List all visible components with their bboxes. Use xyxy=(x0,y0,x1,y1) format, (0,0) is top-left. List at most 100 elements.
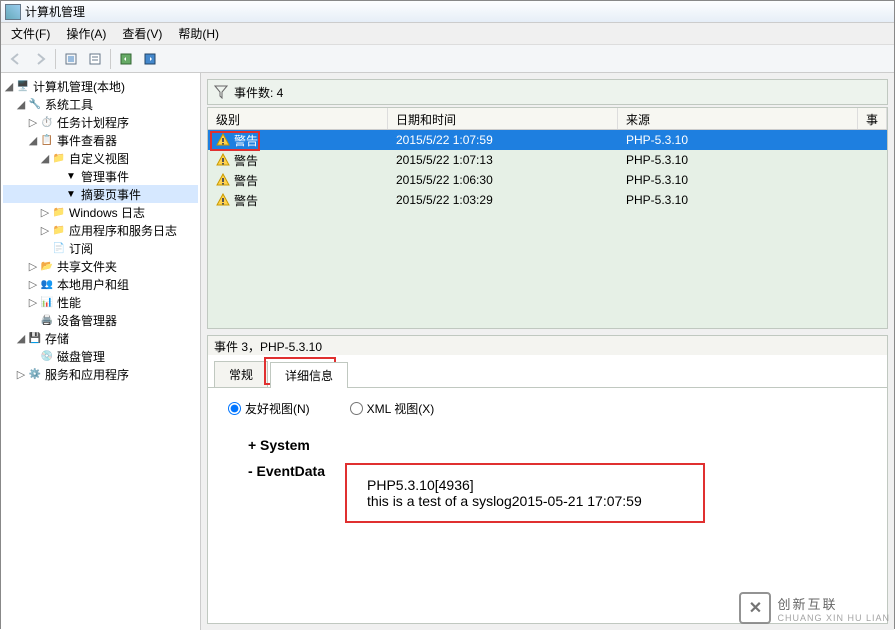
tree-device-manager[interactable]: 🖨️设备管理器 xyxy=(3,311,198,329)
table-row[interactable]: 警告 2015/5/22 1:07:13 PHP-5.3.10 xyxy=(208,150,887,170)
col-datetime[interactable]: 日期和时间 xyxy=(388,108,618,129)
watermark-sub: CHUANG XIN HU LIAN xyxy=(777,613,890,623)
col-level[interactable]: 级别 xyxy=(208,108,388,129)
tree-storage[interactable]: ◢💾存储 xyxy=(3,329,198,347)
tree-label: 共享文件夹 xyxy=(57,258,117,275)
table-row[interactable]: 警告2015/5/22 1:03:29PHP-5.3.10 xyxy=(208,190,887,210)
datetime-text: 2015/5/22 1:07:13 xyxy=(396,153,493,167)
expander-icon[interactable]: ▷ xyxy=(39,206,51,219)
tree-admin-events[interactable]: ▼管理事件 xyxy=(3,167,198,185)
tree-shared-folders[interactable]: ▷📂共享文件夹 xyxy=(3,257,198,275)
subscription-icon: 📄 xyxy=(51,240,67,256)
tab-details[interactable]: 详细信息 xyxy=(270,362,348,388)
expander-icon[interactable]: ▷ xyxy=(27,278,39,291)
filter-icon: ▼ xyxy=(63,168,79,184)
tree-event-viewer[interactable]: ◢📋事件查看器 xyxy=(3,131,198,149)
menu-action[interactable]: 操作(A) xyxy=(60,23,112,44)
tree-label: 性能 xyxy=(57,294,81,311)
expander-icon[interactable]: ▷ xyxy=(27,116,39,129)
radio-xml[interactable]: XML 视图(X) xyxy=(350,400,435,417)
tree-label: 管理事件 xyxy=(81,168,129,185)
event-list: 级别 日期和时间 来源 事件 警告2015/5/22 1:07:59PHP-5.… xyxy=(207,107,888,329)
tree-performance[interactable]: ▷📊性能 xyxy=(3,293,198,311)
detail-body: 友好视图(N) XML 视图(X) + System - EventData P… xyxy=(207,387,888,624)
expander-icon[interactable]: ◢ xyxy=(27,134,39,147)
tree-system-tools[interactable]: ◢🔧系统工具 xyxy=(3,95,198,113)
tree-panel[interactable]: ◢🖥️计算机管理(本地) ◢🔧系统工具 ▷⏱️任务计划程序 ◢📋事件查看器 ◢📁… xyxy=(1,73,201,630)
tree-summary-events[interactable]: ▼摘要页事件 xyxy=(3,185,198,203)
warning-icon xyxy=(216,133,230,147)
expander-icon[interactable]: ▷ xyxy=(39,224,51,237)
tree-services-apps[interactable]: ▷⚙️服务和应用程序 xyxy=(3,365,198,383)
filter-icon: ▼ xyxy=(63,186,79,202)
source-text: PHP-5.3.10 xyxy=(626,153,688,167)
computer-icon: 🖥️ xyxy=(15,78,31,94)
radio-label: 友好视图(N) xyxy=(245,400,310,417)
window-title: 计算机管理 xyxy=(25,3,85,20)
level-text: 警告 xyxy=(234,152,258,169)
tree-root[interactable]: ◢🖥️计算机管理(本地) xyxy=(3,77,198,95)
menu-file[interactable]: 文件(F) xyxy=(5,23,56,44)
detail-header: 事件 3，PHP-5.3.10 xyxy=(207,335,888,355)
folder-icon: 📁 xyxy=(51,150,67,166)
folder-icon: 📁 xyxy=(51,204,67,220)
separator xyxy=(55,49,56,69)
event-rows[interactable]: 警告2015/5/22 1:07:59PHP-5.3.10警告2015/5/22… xyxy=(208,130,887,328)
expander-icon[interactable]: ▷ xyxy=(27,260,39,273)
tree-label: 事件查看器 xyxy=(57,132,117,149)
tree-local-users[interactable]: ▷👥本地用户和组 xyxy=(3,275,198,293)
up-button[interactable] xyxy=(60,48,82,70)
col-event[interactable]: 事件 xyxy=(858,108,887,129)
properties-button[interactable] xyxy=(84,48,106,70)
column-header: 级别 日期和时间 来源 事件 xyxy=(208,108,887,130)
table-row[interactable]: 警告2015/5/22 1:06:30PHP-5.3.10 xyxy=(208,170,887,190)
radio-friendly[interactable]: 友好视图(N) xyxy=(228,400,310,417)
watermark-brand: 创新互联 xyxy=(777,594,890,613)
radio-xml-input[interactable] xyxy=(350,402,363,415)
source-text: PHP-5.3.10 xyxy=(626,173,688,187)
expander-icon[interactable]: ▷ xyxy=(27,296,39,309)
toolbar xyxy=(1,45,894,73)
expander-icon[interactable]: ▷ xyxy=(15,368,27,381)
help-button[interactable] xyxy=(139,48,161,70)
event-msg-line2: this is a test of a syslog2015-05-21 17:… xyxy=(367,493,683,509)
event-count-label: 事件数: 4 xyxy=(234,84,283,101)
clock-icon: ⏱️ xyxy=(39,114,55,130)
table-row[interactable]: 警告2015/5/22 1:07:59PHP-5.3.10 xyxy=(208,130,887,150)
menu-view[interactable]: 查看(V) xyxy=(116,23,168,44)
event-msg-line1: PHP5.3.10[4936] xyxy=(367,477,683,493)
back-button xyxy=(5,48,27,70)
titlebar: 计算机管理 xyxy=(1,1,894,23)
expander-icon[interactable]: ◢ xyxy=(15,98,27,111)
tree-app-service-logs[interactable]: ▷📁应用程序和服务日志 xyxy=(3,221,198,239)
tree-label: Windows 日志 xyxy=(69,204,145,221)
source-text: PHP-5.3.10 xyxy=(626,193,688,207)
datetime-text: 2015/5/22 1:06:30 xyxy=(396,173,493,187)
level-text: 警告 xyxy=(234,132,258,149)
expander-icon[interactable]: ◢ xyxy=(39,152,51,165)
col-source[interactable]: 来源 xyxy=(618,108,858,129)
system-section[interactable]: + System xyxy=(248,437,867,453)
tree-task-scheduler[interactable]: ▷⏱️任务计划程序 xyxy=(3,113,198,131)
view-mode-radios: 友好视图(N) XML 视图(X) xyxy=(228,400,867,417)
tree-label: 计算机管理(本地) xyxy=(33,78,125,95)
services-icon: ⚙️ xyxy=(27,366,43,382)
tree-disk-mgmt[interactable]: 💿磁盘管理 xyxy=(3,347,198,365)
app-icon xyxy=(5,4,21,20)
eventdata-section[interactable]: - EventData xyxy=(248,463,325,523)
eventdata-content-box: PHP5.3.10[4936] this is a test of a sysl… xyxy=(345,463,705,523)
tab-general[interactable]: 常规 xyxy=(214,361,268,387)
warning-icon xyxy=(216,193,230,207)
tree-subscriptions[interactable]: 📄订阅 xyxy=(3,239,198,257)
source-text: PHP-5.3.10 xyxy=(626,133,688,147)
refresh-button[interactable] xyxy=(115,48,137,70)
menu-help[interactable]: 帮助(H) xyxy=(172,23,225,44)
expander-icon[interactable]: ◢ xyxy=(3,80,15,93)
datetime-text: 2015/5/22 1:03:29 xyxy=(396,193,493,207)
tree-windows-logs[interactable]: ▷📁Windows 日志 xyxy=(3,203,198,221)
expander-icon[interactable]: ◢ xyxy=(15,332,27,345)
tree-custom-views[interactable]: ◢📁自定义视图 xyxy=(3,149,198,167)
radio-friendly-input[interactable] xyxy=(228,402,241,415)
tree-label: 本地用户和组 xyxy=(57,276,129,293)
disk-icon: 💿 xyxy=(39,348,55,364)
